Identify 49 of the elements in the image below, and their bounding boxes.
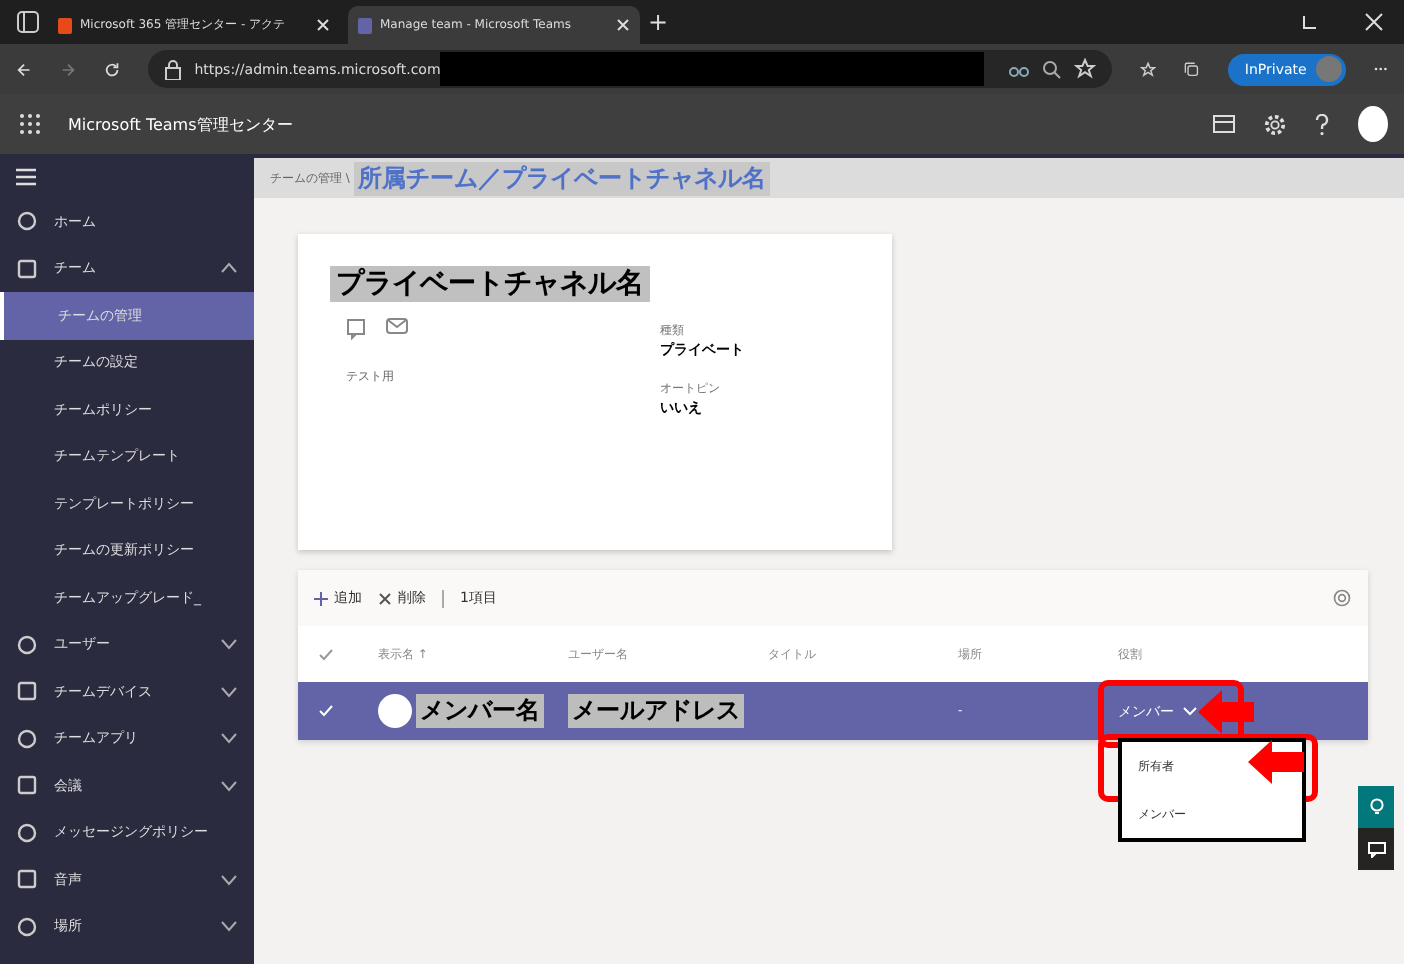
- feedback-button[interactable]: [1358, 828, 1394, 870]
- nav-icon: [16, 915, 38, 938]
- select-all-icon[interactable]: [318, 647, 334, 661]
- star-icon[interactable]: [1074, 58, 1097, 80]
- menu-icon[interactable]: [16, 168, 36, 186]
- chat-icon: [1367, 841, 1385, 857]
- chat-icon[interactable]: [346, 318, 366, 340]
- close-icon[interactable]: [316, 18, 330, 32]
- page-title: 所属チーム／プライベートチャネル名: [353, 161, 770, 195]
- collections-icon[interactable]: [1184, 57, 1201, 81]
- nav-icon: [16, 210, 38, 233]
- plus-icon: [314, 591, 328, 605]
- tab-actions-icon[interactable]: [16, 10, 40, 34]
- nav-icon: [16, 868, 38, 891]
- nav-icon: [16, 633, 38, 656]
- nav-icon: [16, 821, 38, 844]
- arrow-icon: [1248, 740, 1304, 784]
- help-icon[interactable]: [1314, 113, 1330, 135]
- refresh-icon[interactable]: [104, 57, 121, 81]
- nav-icon: [16, 774, 38, 797]
- close-icon[interactable]: [1364, 12, 1384, 32]
- nav-icon: [16, 727, 38, 750]
- more-icon[interactable]: [1374, 66, 1389, 72]
- lightbulb-icon: [1369, 798, 1383, 816]
- lock-icon: [164, 59, 183, 79]
- mail-icon[interactable]: [386, 318, 408, 334]
- office-logo-icon: [58, 17, 72, 33]
- nav-icon: [16, 680, 38, 703]
- close-icon[interactable]: [616, 18, 630, 32]
- zoom-icon[interactable]: [1042, 59, 1063, 79]
- window-icon[interactable]: [1212, 114, 1236, 134]
- new-tab-button[interactable]: +: [648, 8, 669, 36]
- avatar-icon: [1316, 56, 1343, 82]
- member-name: メンバー名: [416, 694, 544, 728]
- app-title: Microsoft Teams管理センター: [68, 113, 293, 135]
- favorites-icon[interactable]: [1140, 57, 1157, 81]
- settings-icon[interactable]: [1332, 588, 1352, 608]
- chevron-icon: [1182, 706, 1198, 716]
- teams-logo-icon: [358, 17, 372, 33]
- avatar-icon: [378, 694, 412, 728]
- channel-title: プライベートチャネル名: [330, 266, 650, 302]
- minimize-icon[interactable]: [1300, 12, 1320, 32]
- profile-avatar[interactable]: [1358, 106, 1388, 142]
- check-icon[interactable]: [318, 704, 334, 718]
- close-icon: [378, 591, 392, 605]
- member-email: メールアドレス: [568, 694, 744, 728]
- help-bubble-button[interactable]: [1358, 786, 1394, 828]
- nav-icon: [16, 257, 38, 280]
- app-launcher-icon[interactable]: [20, 114, 40, 134]
